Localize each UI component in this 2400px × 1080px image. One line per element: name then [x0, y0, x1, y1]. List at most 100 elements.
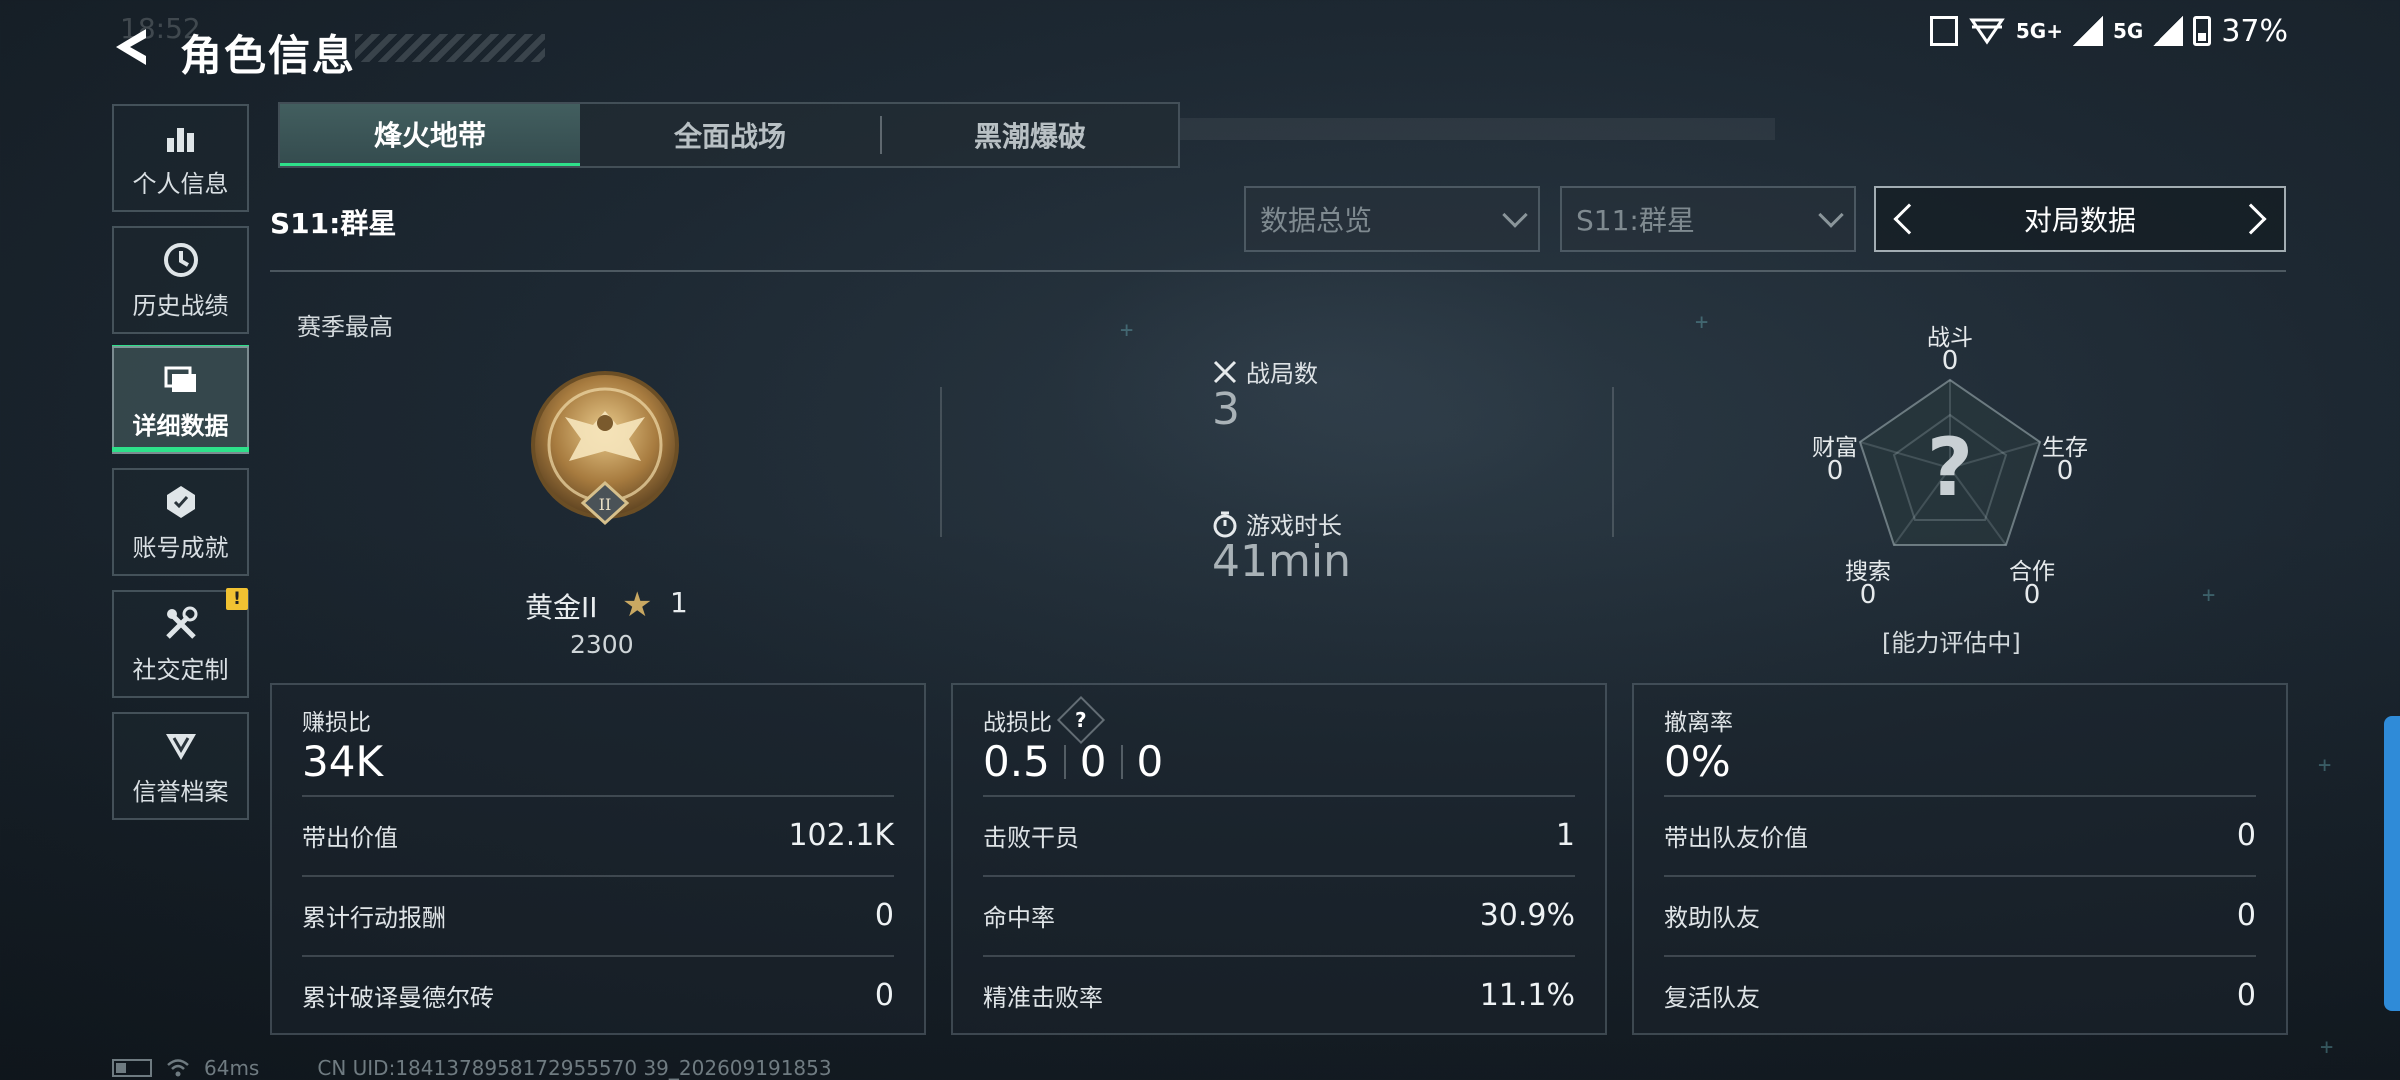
kd-value-deaths: 0: [1136, 737, 1164, 786]
background-cross-mark: +: [2320, 1035, 2334, 1060]
qr-scan-icon: [1929, 16, 1958, 46]
history-icon: [161, 240, 201, 280]
background-cross-mark: +: [1120, 318, 1134, 343]
network-type-label: 5G: [2112, 19, 2144, 43]
tools-icon: [161, 604, 201, 644]
sidebar-item-label: 详细数据: [132, 411, 229, 440]
sidebar-item-personal-info[interactable]: 个人信息: [112, 104, 249, 212]
system-status-bar: 5G+ 5G 37%: [1929, 12, 2288, 50]
tab-dark-tide[interactable]: 黑潮爆破: [882, 104, 1178, 166]
kd-panel: 战损比 ? 0.5 0 0 击败干员 1 命中率 30.9% 精准击败率 11.…: [951, 683, 1607, 1035]
stat-row: 击败干员 1: [983, 795, 1575, 873]
panel-main-value: 34K: [302, 737, 383, 786]
back-arrow-icon[interactable]: [110, 25, 154, 69]
kd-value-ratio: 0.5: [983, 737, 1050, 786]
sidebar-item-label: 信誉档案: [132, 777, 229, 806]
panel-main-value: 0%: [1664, 737, 1731, 786]
ability-radar-chart: ?: [1858, 378, 2042, 546]
side-drawer-handle[interactable]: [2384, 716, 2400, 1011]
mode-label: 对局数据: [2023, 204, 2136, 237]
sidebar-item-history[interactable]: 历史战绩: [112, 226, 249, 334]
overview-dropdown[interactable]: 数据总览: [1244, 186, 1540, 252]
stat-row-label: 累计破译曼德尔砖: [302, 983, 494, 1012]
star-icon: ★: [622, 585, 653, 625]
sidebar-item-reputation[interactable]: 信誉档案: [112, 712, 249, 820]
signal-icon: [2153, 16, 2184, 46]
stat-row-label: 精准击败率: [983, 983, 1103, 1012]
rank-name: 黄金II: [525, 591, 598, 624]
folders-icon: [161, 360, 201, 400]
kd-value-kills: 0: [1079, 737, 1107, 786]
season-title: S11:群星: [270, 207, 397, 240]
chevron-right-icon[interactable]: [2235, 203, 2267, 235]
column-divider: [940, 387, 942, 537]
battery-icon: [2193, 16, 2212, 46]
achievement-icon: [161, 482, 201, 522]
chevron-down-icon: [1818, 202, 1844, 228]
panel-title: 战损比: [983, 710, 1052, 736]
panel-title-group: 战损比 ?: [983, 695, 1106, 745]
sidebar-item-label: 个人信息: [132, 169, 229, 198]
sidebar-active-indicator: [112, 447, 249, 452]
tab-full-battlefield[interactable]: 全面战场: [580, 104, 880, 166]
footer-info: 64ms CN UID:1841378958172955570 39_20260…: [112, 1055, 832, 1080]
stat-row-value: 0: [874, 897, 894, 933]
radar-status-note: [能力评估中]: [1882, 629, 2021, 657]
reputation-icon: [161, 726, 201, 766]
sidebar-item-achievements[interactable]: 账号成就: [112, 468, 249, 576]
background-cross-mark: +: [1695, 310, 1709, 335]
radar-value-combat: 0: [1941, 346, 1959, 376]
medal-tier-text: II: [599, 495, 612, 514]
sidebar-item-label: 社交定制: [132, 655, 229, 684]
chevron-left-icon[interactable]: [1893, 203, 1925, 235]
gold-rank-medal-icon: II: [531, 371, 679, 526]
season-dropdown[interactable]: S11:群星: [1560, 186, 1856, 252]
mode-switcher: 对局数据: [1874, 186, 2286, 252]
diamond-icon: [1969, 18, 2005, 45]
season-best-label: 赛季最高: [297, 313, 393, 341]
sidebar-item-detailed-data[interactable]: 详细数据: [112, 346, 249, 454]
stat-row-value: 0: [874, 977, 894, 1013]
background-cross-mark: +: [2202, 583, 2216, 608]
radar-value-search: 0: [1859, 580, 1877, 610]
stat-row: 累计行动报酬 0: [302, 875, 894, 953]
question-mark-icon: ?: [1927, 421, 1973, 514]
crossed-swords-icon: [1213, 360, 1237, 383]
tabs-ghost-strip: [1180, 118, 1775, 140]
dropdown-value: 数据总览: [1260, 204, 1373, 237]
stat-row-value: 0: [2236, 817, 2256, 853]
stat-row-value: 102.1K: [788, 817, 894, 853]
signal-icon: [2072, 16, 2103, 46]
radar-value-coop: 0: [2023, 580, 2041, 610]
stat-row: 带出队友价值 0: [1664, 795, 2256, 873]
panel-main-values: 0.5 0 0: [983, 737, 1163, 786]
duration-value: 41min: [1212, 536, 1351, 587]
player-uid: CN UID:1841378958172955570 39_2026091918…: [317, 1056, 832, 1080]
stat-row: 精准击败率 11.1%: [983, 955, 1575, 1033]
chevron-down-icon: [1502, 202, 1528, 228]
network-type-label: 5G+: [2015, 19, 2063, 43]
stat-row-label: 累计行动报酬: [302, 903, 446, 932]
tab-beacon-zone[interactable]: 烽火地带: [280, 104, 580, 166]
stat-row-value: 0: [2236, 897, 2256, 933]
stat-row-label: 带出队友价值: [1664, 823, 1808, 852]
background-glow: [1050, 230, 1610, 530]
help-glyph: ?: [1075, 707, 1087, 732]
stat-row-value: 11.1%: [1479, 977, 1575, 1013]
stat-row: 复活队友 0: [1664, 955, 2256, 1033]
stat-row: 救助队友 0: [1664, 875, 2256, 953]
rank-star-count: 1: [670, 586, 688, 619]
header-hatch-decoration: [355, 34, 545, 62]
page-title: 角色信息: [180, 31, 357, 80]
stat-row-label: 命中率: [983, 903, 1055, 932]
panel-title: 赚损比: [302, 710, 371, 736]
radar-value-wealth: 0: [1826, 456, 1844, 486]
stat-row-label: 击败干员: [983, 823, 1079, 852]
games-value: 3: [1212, 384, 1240, 435]
stopwatch-icon: [1213, 511, 1237, 537]
panel-title: 撤离率: [1664, 710, 1733, 736]
games-label: 战局数: [1246, 360, 1318, 388]
stat-row: 累计破译曼德尔砖 0: [302, 955, 894, 1033]
wifi-icon: [167, 1059, 189, 1077]
mode-tabs: 烽火地带 全面战场 黑潮爆破: [278, 102, 1180, 168]
